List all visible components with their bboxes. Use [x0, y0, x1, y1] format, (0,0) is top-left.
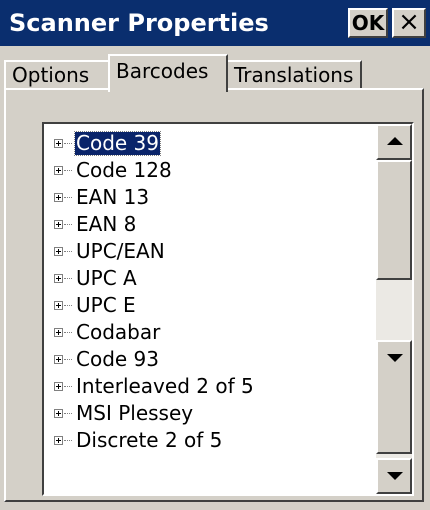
tree-connector — [64, 170, 72, 172]
expand-plus-icon[interactable] — [54, 409, 63, 418]
title-bar: Scanner Properties OK × — [0, 0, 430, 46]
tree-connector — [64, 197, 72, 199]
tree-connector — [64, 278, 72, 280]
tree-item-label: Code 128 — [76, 158, 172, 182]
tree-connector — [64, 359, 72, 361]
barcode-tree[interactable]: Code 39 Code 128 EAN 13 EAN 8 UPC/EAN UPC A UP… — [42, 122, 414, 496]
tree-connector — [64, 224, 72, 226]
tree-item[interactable]: UPC/EAN — [44, 238, 374, 265]
expand-plus-icon[interactable] — [54, 355, 63, 364]
tab-translations[interactable]: Translations — [226, 60, 362, 90]
tree-item[interactable]: Code 39 — [44, 130, 374, 157]
tree-connector — [64, 413, 72, 415]
tree-connector — [64, 305, 72, 307]
tree-connector — [64, 332, 72, 334]
tree-item-label: MSI Plessey — [76, 401, 194, 425]
arrow-up-icon — [387, 137, 403, 145]
tree-connector — [64, 386, 72, 388]
tree-item[interactable]: Codabar — [44, 319, 374, 346]
ok-button[interactable]: OK — [348, 8, 388, 38]
tree-item-label: EAN 13 — [76, 185, 150, 209]
scroll-thumb[interactable] — [376, 160, 412, 280]
tree-item-label: UPC E — [76, 293, 136, 317]
tab-options[interactable]: Options — [4, 60, 110, 90]
expand-plus-icon[interactable] — [54, 166, 63, 175]
tree-connector — [64, 251, 72, 253]
expand-plus-icon[interactable] — [54, 274, 63, 283]
expand-plus-icon[interactable] — [54, 220, 63, 229]
vertical-scrollbar[interactable] — [376, 124, 412, 494]
tree-item[interactable]: UPC E — [44, 292, 374, 319]
scroll-up-button[interactable] — [376, 124, 412, 160]
tree-item-label: UPC A — [76, 266, 137, 290]
scroll-down-button[interactable] — [376, 458, 412, 494]
tab-barcodes[interactable]: Barcodes — [108, 54, 228, 92]
scroll-page-down-button[interactable] — [376, 340, 412, 454]
tab-strip: Options Barcodes Translations — [0, 46, 430, 92]
expand-plus-icon[interactable] — [54, 382, 63, 391]
tree-item[interactable]: EAN 8 — [44, 211, 374, 238]
tree-item[interactable]: EAN 13 — [44, 184, 374, 211]
expand-plus-icon[interactable] — [54, 139, 63, 148]
expand-plus-icon[interactable] — [54, 328, 63, 337]
tree-item[interactable]: UPC A — [44, 265, 374, 292]
expand-plus-icon[interactable] — [54, 193, 63, 202]
tree-connector — [64, 143, 72, 145]
tree-connector — [64, 440, 72, 442]
arrow-down-icon — [387, 472, 403, 480]
tree-item-label: EAN 8 — [76, 212, 137, 236]
tree-item-label: Interleaved 2 of 5 — [76, 374, 254, 398]
expand-plus-icon[interactable] — [54, 301, 63, 310]
tree-item-label: Discrete 2 of 5 — [76, 428, 223, 452]
tree-item-label: Codabar — [76, 320, 161, 344]
expand-plus-icon[interactable] — [54, 247, 63, 256]
tree-item-label: Code 93 — [76, 347, 160, 371]
tree-item[interactable]: MSI Plessey — [44, 400, 374, 427]
tree-item-label: UPC/EAN — [76, 239, 165, 263]
tree-item-label: Code 39 — [73, 131, 162, 156]
tree-item[interactable]: Code 93 — [44, 346, 374, 373]
tree-item[interactable]: Discrete 2 of 5 — [44, 427, 374, 454]
arrow-down-icon — [387, 354, 403, 362]
close-button[interactable]: × — [392, 8, 426, 38]
tree-item[interactable]: Code 128 — [44, 157, 374, 184]
expand-plus-icon[interactable] — [54, 436, 63, 445]
tree-item[interactable]: Interleaved 2 of 5 — [44, 373, 374, 400]
tree-list: Code 39 Code 128 EAN 13 EAN 8 UPC/EAN UPC A UP… — [44, 124, 374, 454]
window-title: Scanner Properties — [9, 9, 269, 37]
